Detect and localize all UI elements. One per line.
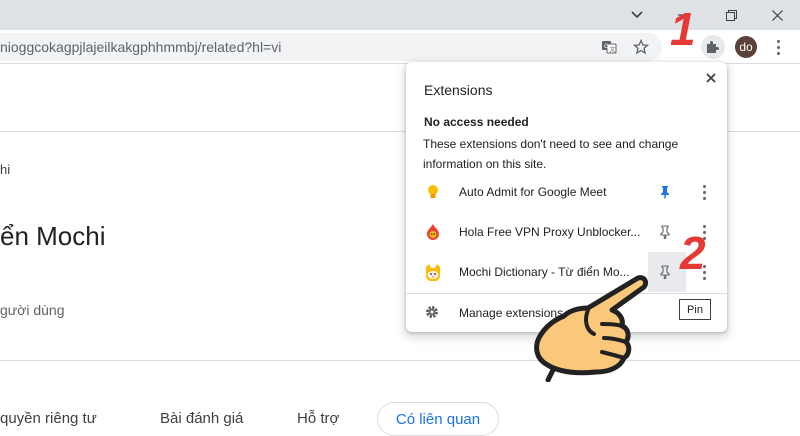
pin-tooltip: Pin: [679, 299, 711, 320]
breadcrumb-fragment: hi: [0, 162, 11, 177]
address-bar[interactable]: nioggcokagpjlajeilkakgphhmmbj/related?hl…: [0, 33, 662, 61]
hola-flame-icon: [427, 224, 439, 240]
step-2-marker: 2: [680, 227, 706, 279]
extension-name: Hola Free VPN Proxy Unblocker...: [459, 225, 641, 239]
more-vert-icon: [773, 38, 783, 56]
gear-icon: [426, 306, 438, 318]
pinned-icon: [661, 186, 669, 199]
close-icon: [771, 9, 783, 21]
tab-privacy[interactable]: quyền riêng tư: [0, 410, 97, 427]
translate-icon: G文: [602, 41, 617, 54]
pin-outline-icon: [660, 225, 670, 239]
extensions-button[interactable]: [701, 35, 725, 59]
extensions-puzzle-icon: [707, 41, 719, 53]
step-1-marker: 1: [670, 3, 696, 55]
pin-button[interactable]: [656, 223, 674, 241]
lightbulb-icon: [428, 185, 438, 198]
profile-avatar[interactable]: do: [735, 36, 757, 58]
section-heading: No access needed: [424, 115, 529, 129]
browser-menu-button[interactable]: [766, 35, 790, 59]
extension-name: Auto Admit for Google Meet: [459, 185, 607, 199]
section-description: These extensions don't need to see and c…: [423, 137, 679, 171]
tab-reviews[interactable]: Bài đánh giá: [160, 410, 243, 427]
popup-title: Extensions: [424, 82, 493, 98]
user-count-label: gười dùng: [0, 302, 65, 318]
extension-item[interactable]: Auto Admit for Google Meet: [406, 172, 727, 212]
pointing-hand-icon: [534, 275, 649, 382]
extension-item[interactable]: Hola Free VPN Proxy Unblocker...: [406, 212, 727, 252]
avatar-initials: do: [739, 40, 753, 54]
restore-icon: [725, 9, 737, 21]
pin-outline-icon: [660, 265, 670, 279]
tab-search-button[interactable]: [614, 0, 660, 30]
bookmark-button[interactable]: [631, 37, 651, 57]
translate-button[interactable]: G文: [599, 37, 619, 57]
star-icon: [633, 39, 649, 55]
restore-button[interactable]: [708, 0, 754, 30]
url-text: nioggcokagpjlajeilkakgphhmmbj/related?hl…: [0, 39, 282, 55]
section-divider: [0, 360, 800, 361]
close-icon: [706, 73, 716, 83]
svg-text:G: G: [604, 44, 609, 50]
pin-button[interactable]: [656, 183, 674, 201]
svg-text:文: 文: [610, 46, 616, 54]
extension-title: ển Mochi: [0, 221, 106, 251]
mochi-cat-icon: [426, 264, 440, 281]
tab-related[interactable]: Có liên quan: [377, 402, 499, 436]
item-menu-button[interactable]: [699, 183, 709, 201]
popup-close-button[interactable]: [702, 69, 720, 87]
chevron-down-icon: [631, 11, 643, 19]
tab-support[interactable]: Hỗ trợ: [297, 410, 339, 427]
close-window-button[interactable]: [754, 0, 800, 30]
